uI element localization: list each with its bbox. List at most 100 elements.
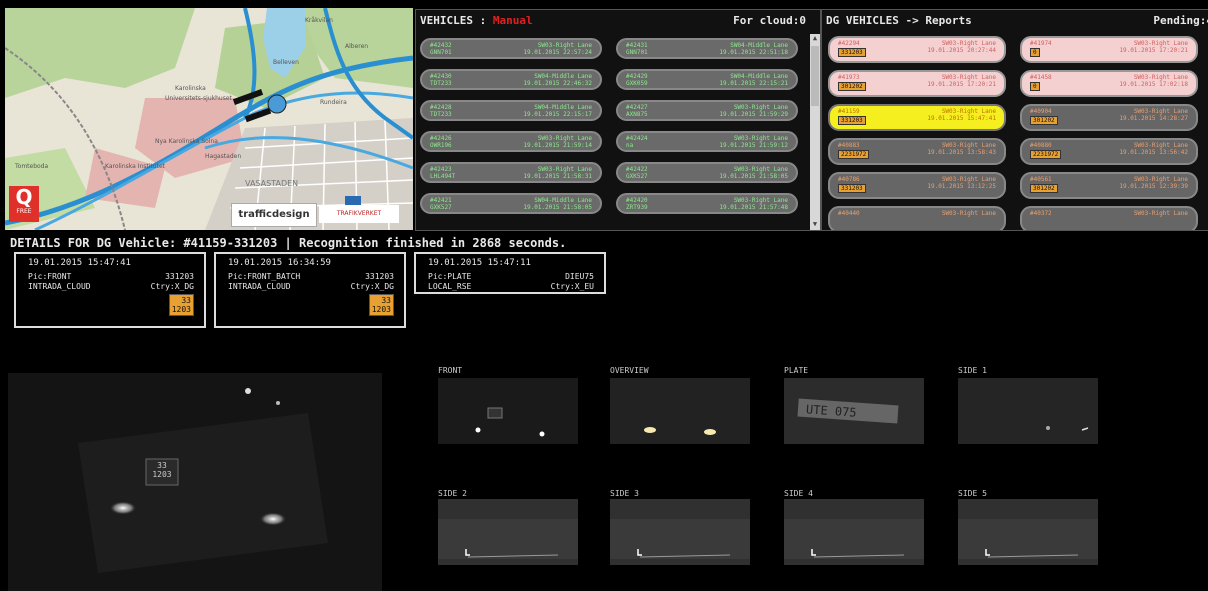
dg-vehicle-item[interactable]: #42294 331203 SW03-Right Lane 19.01.2015 20…: [828, 36, 1006, 63]
dg-vehicle-time: 19.01.2015 12:39:39: [1119, 183, 1188, 190]
vehicles-title: VEHICLES : Manual: [420, 14, 533, 27]
dg-vehicle-time: 19.01.2015 17:20:21: [927, 81, 996, 88]
vehicle-time: 19.01.2015 22:57:24: [523, 49, 592, 56]
vehicle-item[interactable]: #42428 TDT233 SW04-Middle Lane 19.01.2015 2…: [420, 100, 602, 121]
dg-vehicle-lane: SW03-Right Lane: [1133, 74, 1188, 81]
vehicle-item[interactable]: #42431 GNN701 SW04-Middle Lane 19.01.2015 2…: [616, 38, 798, 59]
dg-vehicle-item[interactable]: #41458 0 SW03-Right Lane 19.01.2015 17:02:1…: [1020, 70, 1198, 97]
vehicle-item[interactable]: #42430 TDT233 SW04-Middle Lane 19.01.2015 2…: [420, 69, 602, 90]
dg-vehicle-item[interactable]: #40904 301202 SW03-Right Lane 19.01.2015 14…: [1020, 104, 1198, 131]
dg-vehicle-time: 19.01.2015 15:47:41: [927, 115, 996, 122]
dg-vehicle-item[interactable]: #40440 SW03-Right Lane: [828, 206, 1006, 230]
details-title: DETAILS FOR DG Vehicle: #41159-331203 | …: [10, 236, 567, 250]
card-timestamp: 19.01.2015 15:47:11: [428, 258, 531, 268]
dg-vehicles-panel: DG VEHICLES -> Reports Pending:4 #42294 3…: [821, 9, 1208, 231]
vehicle-plate: LHL494T: [430, 173, 456, 180]
vehicle-item[interactable]: #42427 AXN875 SW03-Right Lane 19.01.2015 21…: [616, 100, 798, 121]
dg-vehicle-lane: SW03-Right Lane: [1133, 108, 1188, 115]
card-plate-bottom: 1203: [171, 305, 191, 314]
dg-vehicle-item[interactable]: #40561 301202 SW03-Right Lane 19.01.2015 12…: [1020, 172, 1198, 199]
dg-vehicle-item[interactable]: #40786 331203 SW03-Right Lane 19.01.2015 13…: [828, 172, 1006, 199]
card-pic: Pic:FRONT: [28, 272, 72, 281]
thumbnail-label: SIDE 4: [784, 489, 813, 498]
qfree-logo: Q FREE: [9, 186, 39, 222]
card-plate-top: 33: [181, 296, 191, 305]
card-country: Ctry:X_DG: [350, 282, 394, 291]
card-timestamp: 19.01.2015 16:34:59: [228, 258, 331, 268]
dg-vehicle-item[interactable]: #40372 SW03-Right Lane: [1020, 206, 1198, 230]
thumbnail-side-5[interactable]: [958, 499, 1098, 565]
vehicle-plate: GNN701: [626, 49, 648, 56]
vehicle-id: #42427: [626, 104, 648, 111]
dg-vehicle-id: #41458: [1030, 74, 1052, 81]
recognition-card[interactable]: 19.01.2015 15:47:11 Pic:PLATE DIEU75 LOCAL_…: [414, 252, 606, 294]
thumbnail-side-2[interactable]: [438, 499, 578, 565]
vehicle-lane: SW04-Middle Lane: [534, 73, 592, 80]
recognition-card[interactable]: 19.01.2015 16:34:59 Pic:FRONT_BATCH 331203…: [214, 252, 406, 328]
dg-vehicle-id: #40372: [1030, 210, 1052, 217]
map-label: Rundeira: [320, 99, 347, 106]
vehicle-plate: na: [626, 142, 634, 149]
map-label: Tomteboda: [14, 163, 48, 170]
thumbnail-plate[interactable]: UTE 075: [784, 378, 924, 444]
card-value: DIEU75: [565, 272, 594, 281]
vehicle-item[interactable]: #42426 OWR196 SW03-Right Lane 19.01.2015 21…: [420, 131, 602, 152]
vehicle-lane: SW03-Right Lane: [537, 166, 592, 173]
dg-vehicle-time: 19.01.2015 17:20:21: [1119, 47, 1188, 54]
card-pic: Pic:FRONT_BATCH: [228, 272, 301, 281]
dg-vehicle-tag: 301202: [1030, 116, 1058, 125]
dg-vehicle-lane: SW03-Right Lane: [941, 108, 996, 115]
trafficdesign-text: trafficdesign: [238, 209, 310, 220]
dg-vehicle-lane: SW03-Right Lane: [941, 176, 996, 183]
card-pic: Pic:PLATE: [428, 272, 472, 281]
map-label: Karolinska Institutet: [105, 163, 166, 170]
dg-vehicle-item[interactable]: #41974 0 SW03-Right Lane 19.01.2015 17:20:2…: [1020, 36, 1198, 63]
vehicle-plate: TDT233: [430, 111, 452, 118]
thumbnail-side-3[interactable]: [610, 499, 750, 565]
thumbnail-front[interactable]: [438, 378, 578, 444]
vehicle-id: #42420: [626, 197, 648, 204]
vehicles-mode[interactable]: Manual: [493, 14, 533, 27]
vehicle-item[interactable]: #42432 GNN701 SW03-Right Lane 19.01.2015 22…: [420, 38, 602, 59]
scroll-down-icon[interactable]: ▼: [810, 220, 820, 230]
vehicle-item[interactable]: #42421 GXK527 SW04-Middle Lane 19.01.2015 2…: [420, 193, 602, 214]
thumbnail-side-1[interactable]: [958, 378, 1098, 444]
map-label: Karolinska: [175, 85, 206, 92]
dg-vehicle-item[interactable]: #40883 2231972 SW03-Right Lane 19.01.2015 1…: [828, 138, 1006, 165]
vehicle-id: #42423: [430, 166, 452, 173]
dg-vehicle-time: 19.01.2015 13:58:43: [927, 149, 996, 156]
dg-vehicle-id: #40786: [838, 176, 860, 183]
main-vehicle-image[interactable]: 33 1203: [8, 373, 382, 591]
vehicle-item[interactable]: #42423 LHL494T SW03-Right Lane 19.01.2015 2…: [420, 162, 602, 183]
map-view[interactable]: Kråkvilan Alberen Belleven Rundeira Karo…: [5, 8, 413, 230]
map-label: Kråkvilan: [305, 17, 333, 24]
trafikverket-text: TRAFIKVERKET: [336, 210, 382, 217]
vehicles-scrollbar[interactable]: ▲ ▼: [810, 34, 820, 230]
vehicle-lane: SW03-Right Lane: [733, 104, 788, 111]
thumbnail-side-4[interactable]: [784, 499, 924, 565]
vehicle-item[interactable]: #42422 GXK527 SW03-Right Lane 19.01.2015 21…: [616, 162, 798, 183]
dg-vehicle-lane: SW03-Right Lane: [941, 74, 996, 81]
trafficdesign-logo: trafficdesign: [231, 203, 317, 227]
card-source: LOCAL_RSE: [428, 282, 472, 291]
vehicle-item[interactable]: #42429 GXK059 SW04-Middle Lane 19.01.2015 2…: [616, 69, 798, 90]
dg-vehicle-lane: SW03-Right Lane: [941, 210, 996, 217]
dg-panel-title: DG VEHICLES -> Reports: [826, 14, 972, 27]
scroll-up-icon[interactable]: ▲: [810, 34, 820, 44]
vehicle-time: 19.01.2015 21:57:48: [719, 204, 788, 211]
vehicle-item[interactable]: #42420 ZRT939 SW03-Right Lane 19.01.2015 21…: [616, 193, 798, 214]
dg-vehicle-item[interactable]: #41159 331203 SW03-Right Lane 19.01.2015 15…: [828, 104, 1006, 131]
dg-vehicle-item[interactable]: #41973 301202 SW03-Right Lane 19.01.2015 17…: [828, 70, 1006, 97]
recognition-card[interactable]: 19.01.2015 15:47:41 Pic:FRONT 331203 INTRAD…: [14, 252, 206, 328]
vehicle-item[interactable]: #42424 na SW03-Right Lane 19.01.2015 21:59:…: [616, 131, 798, 152]
dg-vehicle-item[interactable]: #40880 2231972 SW03-Right Lane 19.01.2015 1…: [1020, 138, 1198, 165]
card-source: INTRADA_CLOUD: [28, 282, 91, 291]
thumbnail-overview[interactable]: [610, 378, 750, 444]
main-image-plate: 33 1203: [147, 461, 177, 479]
vehicle-time: 19.01.2015 22:15:17: [523, 111, 592, 118]
dg-vehicle-id: #40904: [1030, 108, 1052, 115]
scroll-thumb[interactable]: [811, 46, 819, 106]
vehicle-time: 19.01.2015 21:58:31: [523, 173, 592, 180]
dg-vehicle-time: 19.01.2015 13:12:25: [927, 183, 996, 190]
vehicles-panel: VEHICLES : Manual For cloud:0 #42432 GNN7…: [415, 9, 821, 231]
